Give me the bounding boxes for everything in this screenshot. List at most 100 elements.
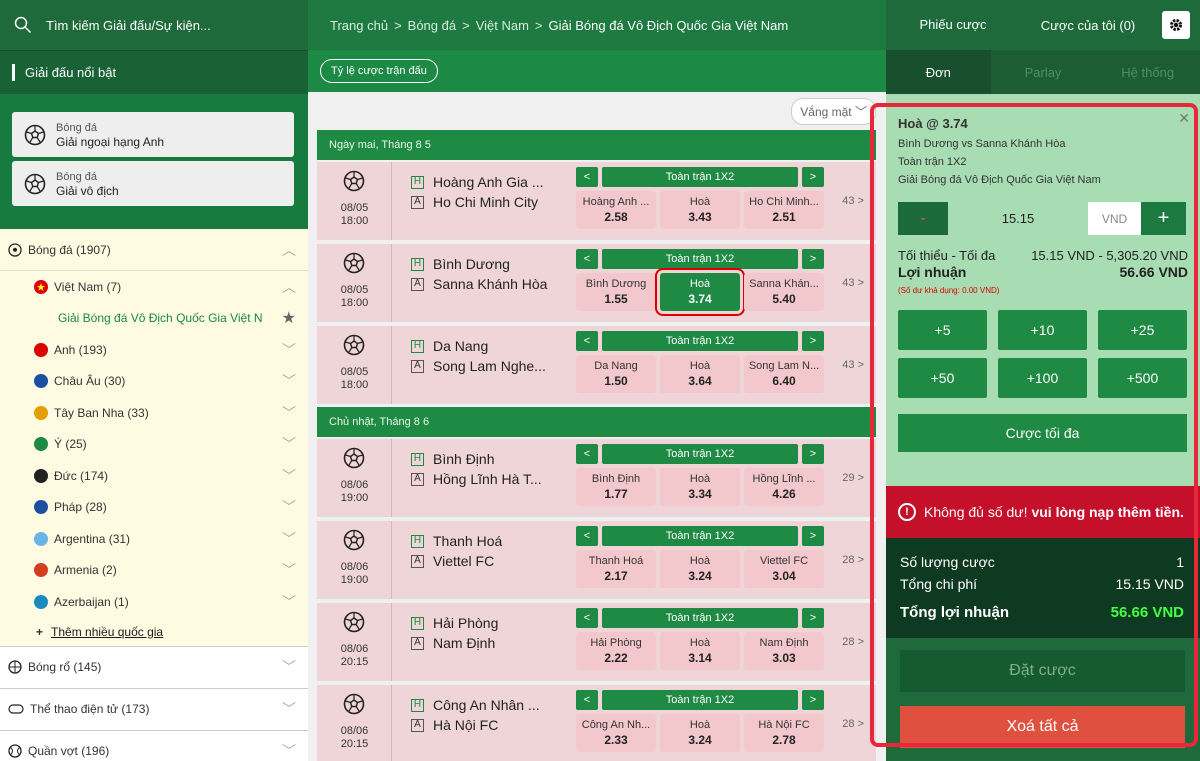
more-markets-link[interactable]: 29 > xyxy=(842,472,864,484)
odds-draw[interactable]: Hoà 3.24 xyxy=(660,550,740,588)
chevron-down-icon[interactable]: ﹀ xyxy=(282,497,296,517)
max-bet-button[interactable]: Cược tối đa xyxy=(898,414,1187,452)
tab-parlay[interactable]: Parlay xyxy=(991,50,1096,94)
chevron-down-icon[interactable]: ﹀ xyxy=(282,340,296,360)
sport-esports[interactable]: Thể thao điện tử (173) ﹀ xyxy=(0,687,308,730)
match-teams[interactable]: H Hải Phòng A Nam Định xyxy=(411,613,498,653)
quick-stake-25[interactable]: +25 xyxy=(1098,310,1187,350)
sport-football[interactable]: Bóng đá (1907) ︿ xyxy=(0,229,308,271)
odds-draw[interactable]: Hoà 3.14 xyxy=(660,632,740,670)
more-countries-link[interactable]: Thêm nhiều quốc gia xyxy=(51,625,163,639)
tab-single[interactable]: Đơn xyxy=(886,50,991,94)
match-teams[interactable]: H Công An Nhân ... A Hà Nội FC xyxy=(411,695,540,735)
chevron-left-icon[interactable]: < xyxy=(576,331,598,351)
odds-home[interactable]: Thanh Hoá 2.17 xyxy=(576,550,656,588)
chevron-up-icon[interactable]: ︿ xyxy=(282,240,296,260)
quick-stake-100[interactable]: +100 xyxy=(998,358,1087,398)
odds-draw[interactable]: Hoà 3.74 xyxy=(655,268,745,316)
chevron-left-icon[interactable]: < xyxy=(576,444,598,464)
chevron-left-icon[interactable]: < xyxy=(576,249,598,269)
sport-tennis[interactable]: Quần vợt (196) ﹀ xyxy=(0,729,308,761)
stake-minus-button[interactable]: - xyxy=(898,202,948,235)
more-markets-link[interactable]: 43 > xyxy=(842,195,864,207)
quick-stake-5[interactable]: +5 xyxy=(898,310,987,350)
chevron-right-icon[interactable]: > xyxy=(802,608,824,628)
breadcrumb-football[interactable]: Bóng đá xyxy=(408,18,456,33)
breadcrumb-vietnam[interactable]: Việt Nam xyxy=(476,18,529,33)
odds-away[interactable]: Sanna Khán... 5.40 xyxy=(744,273,824,311)
chevron-down-icon[interactable]: ﹀ xyxy=(282,741,296,761)
chevron-right-icon[interactable]: > xyxy=(802,331,824,351)
more-countries[interactable]: + Thêm nhiều quốc gia xyxy=(0,617,308,646)
chevron-down-icon[interactable]: ﹀ xyxy=(282,657,296,677)
odds-away[interactable]: Ho Chi Minh... 2.51 xyxy=(744,191,824,229)
quick-stake-10[interactable]: +10 xyxy=(998,310,1087,350)
close-icon[interactable]: ✕ xyxy=(1178,110,1190,127)
country-row[interactable]: Đức (174) ﹀ xyxy=(0,460,308,492)
match-teams[interactable]: H Hoàng Anh Gia ... A Ho Chi Minh City xyxy=(411,172,544,212)
odds-draw[interactable]: Hoà 3.34 xyxy=(660,468,740,506)
odds-home[interactable]: Bình Định 1.77 xyxy=(576,468,656,506)
country-row[interactable]: Châu Âu (30) ﹀ xyxy=(0,365,308,397)
chevron-left-icon[interactable]: < xyxy=(576,608,598,628)
chevron-right-icon[interactable]: > xyxy=(802,167,824,187)
chevron-right-icon[interactable]: > xyxy=(802,526,824,546)
odds-home[interactable]: Da Nang 1.50 xyxy=(576,355,656,393)
chevron-down-icon[interactable]: ﹀ xyxy=(282,371,296,391)
country-row[interactable]: Pháp (28) ﹀ xyxy=(0,491,308,523)
more-markets-link[interactable]: 28 > xyxy=(842,718,864,730)
breadcrumb-home[interactable]: Trang chủ xyxy=(330,18,388,33)
odds-away[interactable]: Hồng Lĩnh ... 4.26 xyxy=(744,468,824,506)
more-markets-link[interactable]: 43 > xyxy=(842,277,864,289)
featured-card-epl[interactable]: Bóng đá Giải ngoại hạng Anh xyxy=(12,112,294,157)
match-teams[interactable]: H Da Nang A Song Lam Nghe... xyxy=(411,336,546,376)
match-odds-button[interactable]: Tỷ lệ cược trận đấu xyxy=(320,59,438,83)
odds-home[interactable]: Bình Dương 1.55 xyxy=(576,273,656,311)
country-row[interactable]: Armenia (2) ﹀ xyxy=(0,554,308,586)
chevron-left-icon[interactable]: < xyxy=(576,167,598,187)
search-bar[interactable]: Tìm kiếm Giải đấu/Sự kiện... xyxy=(0,0,308,50)
odds-away[interactable]: Hà Nội FC 2.78 xyxy=(744,714,824,752)
chevron-left-icon[interactable]: < xyxy=(576,526,598,546)
sport-basketball[interactable]: Bóng rổ (145) ﹀ xyxy=(0,645,308,688)
featured-card-championship[interactable]: Bóng đá Giải vô địch xyxy=(12,161,294,206)
quick-stake-50[interactable]: +50 xyxy=(898,358,987,398)
tab-bet-slip[interactable]: Phiếu cược xyxy=(886,0,1020,50)
match-teams[interactable]: H Bình Dương A Sanna Khánh Hòa xyxy=(411,254,547,294)
country-row[interactable]: Anh (193) ﹀ xyxy=(0,334,308,366)
odds-draw[interactable]: Hoà 3.43 xyxy=(660,191,740,229)
star-icon[interactable]: ★ xyxy=(282,308,296,328)
chevron-down-icon[interactable]: ﹀ xyxy=(282,699,296,719)
odds-away[interactable]: Nam Định 3.03 xyxy=(744,632,824,670)
more-markets-link[interactable]: 43 > xyxy=(842,359,864,371)
odds-draw[interactable]: Hoà 3.24 xyxy=(660,714,740,752)
odds-draw[interactable]: Hoà 3.64 xyxy=(660,355,740,393)
odds-home[interactable]: Công An Nh... 2.33 xyxy=(576,714,656,752)
chevron-down-icon[interactable]: ﹀ xyxy=(282,560,296,580)
more-markets-link[interactable]: 28 > xyxy=(842,636,864,648)
league-vn-national[interactable]: Giải Bóng đá Vô Địch Quốc Gia Việt N ★ xyxy=(0,302,308,334)
country-row[interactable]: Ý (25) ﹀ xyxy=(0,428,308,460)
stake-plus-button[interactable]: + xyxy=(1141,202,1186,235)
chevron-down-icon[interactable]: ﹀ xyxy=(282,403,296,423)
chevron-left-icon[interactable]: < xyxy=(576,690,598,710)
match-teams[interactable]: H Bình Định A Hồng Lĩnh Hà T... xyxy=(411,449,542,489)
country-vietnam[interactable]: Việt Nam (7) ︿ xyxy=(0,271,308,303)
odds-away[interactable]: Viettel FC 3.04 xyxy=(744,550,824,588)
country-row[interactable]: Azerbaijan (1) ﹀ xyxy=(0,586,308,618)
chevron-right-icon[interactable]: > xyxy=(802,690,824,710)
country-row[interactable]: Argentina (31) ﹀ xyxy=(0,523,308,555)
chevron-up-icon[interactable]: ︿ xyxy=(282,277,296,297)
country-row[interactable]: Tây Ban Nha (33) ﹀ xyxy=(0,397,308,429)
chevron-down-icon[interactable]: ﹀ xyxy=(282,529,296,549)
odds-home[interactable]: Hải Phòng 2.22 xyxy=(576,632,656,670)
match-teams[interactable]: H Thanh Hoá A Viettel FC xyxy=(411,531,502,571)
clear-all-button[interactable]: Xoá tất cả xyxy=(900,706,1185,748)
absent-select[interactable]: Vắng mặt ﹀ xyxy=(791,98,876,125)
chevron-right-icon[interactable]: > xyxy=(802,444,824,464)
odds-away[interactable]: Song Lam N... 6.40 xyxy=(744,355,824,393)
chevron-down-icon[interactable]: ﹀ xyxy=(282,434,296,454)
tab-system[interactable]: Hệ thống xyxy=(1095,50,1200,94)
quick-stake-500[interactable]: +500 xyxy=(1098,358,1187,398)
chevron-right-icon[interactable]: > xyxy=(802,249,824,269)
